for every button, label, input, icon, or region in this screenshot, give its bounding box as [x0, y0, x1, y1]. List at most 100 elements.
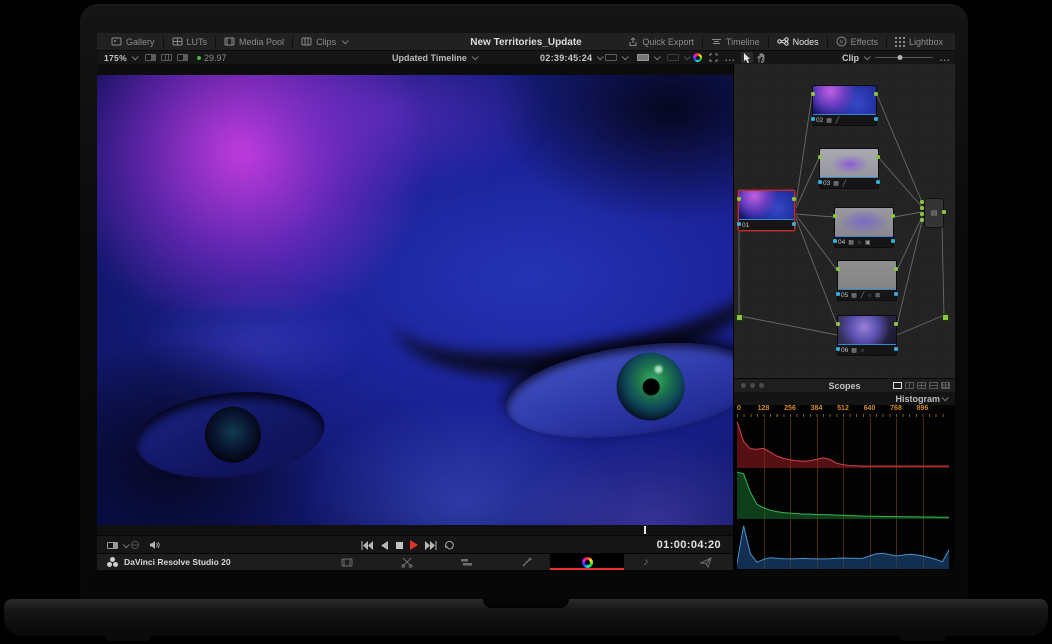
effects-button[interactable]: fx Effects: [828, 33, 886, 50]
viewer-jog-bar[interactable]: [97, 525, 733, 535]
page-color-button[interactable]: [550, 554, 624, 570]
rgb-input-dot[interactable]: [833, 214, 837, 218]
timeline-selector[interactable]: Updated Timeline: [392, 51, 477, 64]
key-input-dot[interactable]: [811, 117, 815, 121]
loop-button[interactable]: [444, 536, 455, 554]
pan-tool-button[interactable]: [757, 51, 766, 64]
scope-layout-grid-icon[interactable]: [941, 382, 950, 389]
mixer-input-dot[interactable]: [920, 206, 924, 210]
enhanced-viewer-icon[interactable]: [177, 54, 188, 61]
color-viewer-toggle[interactable]: [693, 51, 702, 64]
page-media-button[interactable]: [330, 554, 364, 570]
split-viewer-icon[interactable]: [161, 54, 172, 61]
audio-mute-button[interactable]: [149, 536, 160, 554]
stop-button[interactable]: [396, 536, 403, 554]
key-output-dot[interactable]: [894, 292, 898, 296]
page-fusion-button[interactable]: [510, 554, 544, 570]
key-input-dot[interactable]: [833, 239, 837, 243]
node-graph[interactable]: 01 02▦ ╱ 03▦ ╱: [734, 64, 955, 378]
viewer-image[interactable]: [97, 75, 733, 525]
go-to-end-button[interactable]: [425, 536, 437, 554]
viewer-overflow-menu[interactable]: ...: [725, 51, 736, 64]
mixer-input-dot[interactable]: [920, 200, 924, 204]
scope-layout-stacked-icon[interactable]: [929, 382, 938, 389]
rgb-output-dot[interactable]: [792, 197, 796, 201]
media-pool-button[interactable]: Media Pool: [216, 33, 292, 50]
rgb-output-dot[interactable]: [891, 214, 895, 218]
gpu-status-control[interactable]: [605, 51, 627, 64]
node-06[interactable]: 06▦ ○: [837, 315, 897, 356]
rgb-output-dot[interactable]: [942, 210, 946, 214]
lightbox-button[interactable]: Lightbox: [887, 33, 951, 50]
key-input-dot[interactable]: [818, 180, 822, 184]
node-01[interactable]: 01: [738, 190, 795, 231]
split-screen-control[interactable]: [667, 51, 689, 64]
node-03[interactable]: 03▦ ╱: [819, 148, 879, 189]
viewer-mode-button[interactable]: [107, 536, 128, 554]
node-02[interactable]: 02▦ ╱: [812, 85, 877, 126]
cheek-highlight-2: [491, 426, 733, 525]
play-button[interactable]: [410, 536, 418, 554]
nodes-button[interactable]: Nodes: [769, 33, 827, 50]
page-edit-button[interactable]: [449, 554, 483, 570]
gallery-icon: [111, 37, 122, 46]
unmix-button[interactable]: [130, 536, 140, 554]
scope-layout-two-up-icon[interactable]: [905, 382, 914, 389]
node-06-badges: ▦ ○: [851, 347, 865, 354]
gallery-button[interactable]: Gallery: [103, 33, 163, 50]
expand-viewer-button[interactable]: [709, 51, 718, 64]
node-zoom-slider[interactable]: [875, 51, 933, 64]
mixer-input-dot[interactable]: [920, 218, 924, 222]
rgb-input-dot[interactable]: [836, 322, 840, 326]
go-to-start-button[interactable]: [361, 536, 373, 554]
viewer-timecode[interactable]: 02:39:45:24: [540, 51, 602, 64]
rgb-input-dot[interactable]: [836, 267, 840, 271]
rgb-output-dot[interactable]: [876, 155, 880, 159]
source-node-dot[interactable]: [736, 314, 743, 321]
playhead-marker[interactable]: [644, 526, 646, 534]
page-cut-button[interactable]: [390, 554, 424, 570]
loop-icon: [444, 540, 455, 550]
node-panel-overflow-menu[interactable]: ...: [940, 51, 951, 64]
key-output-dot[interactable]: [894, 347, 898, 351]
histogram-blue-channel: [737, 519, 949, 569]
fps-value: 29.97: [204, 53, 227, 63]
scope-mode-selector[interactable]: Histogram: [734, 392, 955, 405]
node-mode-selector[interactable]: Clip: [842, 51, 869, 64]
histogram-scope[interactable]: 0128256384512640768896: [734, 405, 955, 570]
rgb-input-dot[interactable]: [818, 155, 822, 159]
rgb-output-dot[interactable]: [874, 92, 878, 96]
key-input-dot[interactable]: [836, 347, 840, 351]
key-output-dot[interactable]: [876, 180, 880, 184]
mixer-input-dot[interactable]: [920, 212, 924, 216]
expand-icon: [709, 53, 718, 62]
layer-mixer-node[interactable]: ▤: [924, 198, 944, 228]
timeline-button[interactable]: Timeline: [703, 33, 768, 50]
key-output-dot[interactable]: [792, 222, 796, 226]
page-deliver-button[interactable]: [689, 554, 723, 570]
single-viewer-icon[interactable]: [145, 54, 156, 61]
quick-export-button[interactable]: Quick Export: [620, 33, 702, 50]
page-fairlight-button[interactable]: ♪: [629, 554, 663, 570]
node-04[interactable]: 04▦ ○ ▣: [834, 207, 894, 248]
output-node-dot[interactable]: [942, 314, 949, 321]
key-output-dot[interactable]: [874, 117, 878, 121]
image-wipe-control[interactable]: [637, 51, 659, 64]
play-reverse-button[interactable]: [380, 536, 388, 554]
rgb-input-dot[interactable]: [811, 92, 815, 96]
rgb-input-dot[interactable]: [737, 197, 741, 201]
transport-controls: 01:00:04:20: [97, 535, 733, 553]
key-input-dot[interactable]: [836, 292, 840, 296]
rgb-output-dot[interactable]: [894, 267, 898, 271]
key-input-dot[interactable]: [737, 222, 741, 226]
play-icon: [410, 540, 418, 550]
viewer-zoom-select[interactable]: 175%: [104, 51, 137, 64]
rgb-output-dot[interactable]: [894, 322, 898, 326]
scope-layout-single-icon[interactable]: [893, 382, 902, 389]
luts-button[interactable]: LUTs: [164, 33, 216, 50]
clips-button[interactable]: Clips: [293, 33, 355, 50]
scope-layout-quad-icon[interactable]: [917, 382, 926, 389]
node-05[interactable]: 05▦ ╱ ○ ⊠: [837, 260, 897, 301]
pointer-tool-button[interactable]: [741, 52, 753, 63]
key-output-dot[interactable]: [891, 239, 895, 243]
